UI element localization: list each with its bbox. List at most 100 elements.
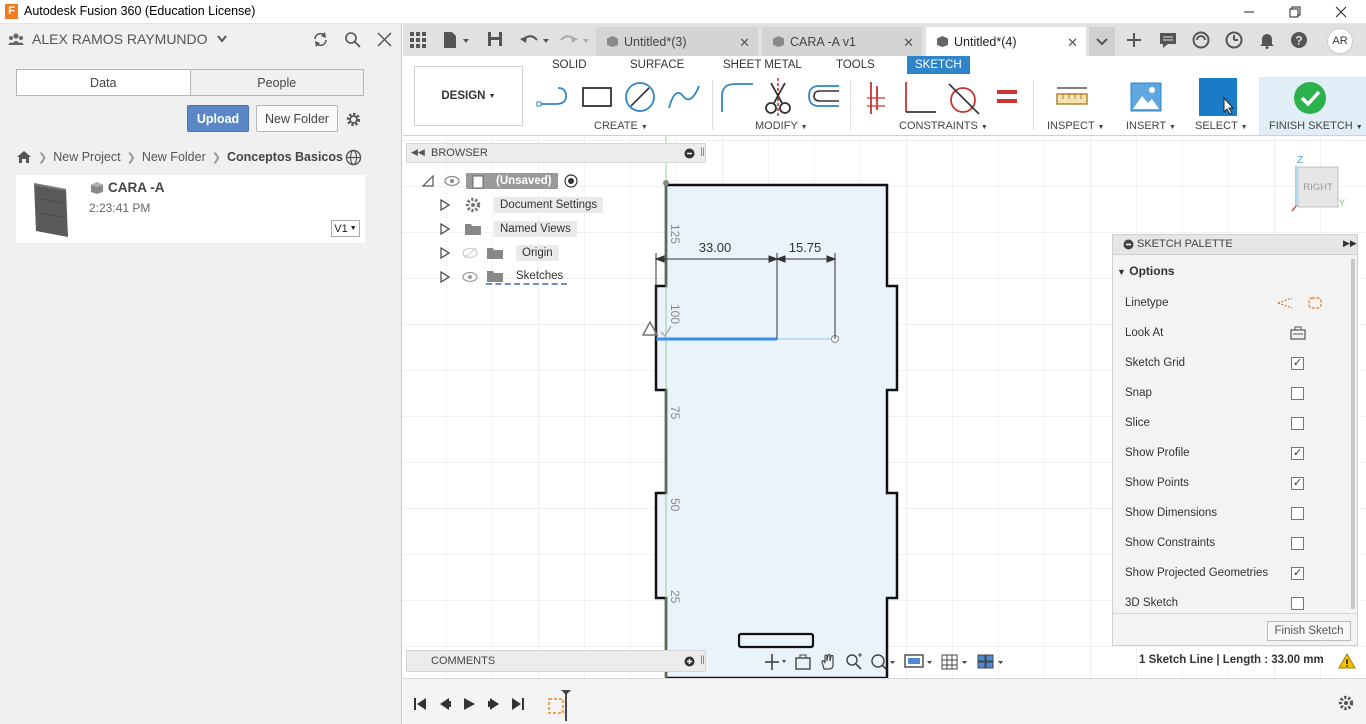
- measure-icon[interactable]: [1055, 84, 1089, 110]
- look-at-icon[interactable]: [794, 653, 812, 671]
- doc-tab-untitled-4[interactable]: Untitled*(4) ✕: [926, 27, 1086, 56]
- offset-tool-icon[interactable]: [805, 82, 841, 112]
- insert-image-icon[interactable]: [1130, 82, 1162, 112]
- show-constraints-checkbox[interactable]: [1291, 536, 1304, 550]
- tab-solid[interactable]: SOLID: [552, 59, 587, 71]
- sketch-grid-checkbox[interactable]: [1291, 356, 1304, 370]
- panel-pin-icon[interactable]: ‖: [700, 653, 705, 667]
- add-comment-icon[interactable]: [684, 656, 695, 667]
- expand-panel-icon[interactable]: ▶▶: [1343, 238, 1357, 249]
- construction-line-icon[interactable]: [1277, 296, 1293, 310]
- timeline-sketch-feature-icon[interactable]: [547, 689, 571, 721]
- help-icon[interactable]: ?: [1290, 31, 1308, 49]
- close-tab-icon[interactable]: ✕: [739, 35, 750, 51]
- show-projected-checkbox[interactable]: [1291, 566, 1304, 580]
- browser-root-row[interactable]: (Unsaved): [422, 170, 578, 192]
- create-menu[interactable]: CREATE ▼: [594, 120, 648, 132]
- look-at-icon[interactable]: [1290, 326, 1306, 340]
- eye-icon[interactable]: [462, 271, 478, 283]
- expand-arrow-icon[interactable]: [440, 247, 450, 259]
- slice-checkbox[interactable]: [1291, 416, 1304, 430]
- version-dropdown[interactable]: V1 ▼: [331, 220, 360, 237]
- tab-people[interactable]: People: [189, 70, 363, 95]
- tab-tools[interactable]: TOOLS: [836, 59, 875, 71]
- finish-sketch-button[interactable]: Finish Sketch: [1267, 621, 1351, 641]
- finish-sketch-check-icon[interactable]: [1293, 81, 1327, 115]
- grid-settings-icon[interactable]: [941, 653, 968, 671]
- comments-bar[interactable]: COMMENTS ‖: [406, 650, 706, 672]
- doc-tab-cara-a[interactable]: CARA -A v1 ✕: [762, 27, 922, 56]
- tab-sheet-metal[interactable]: SHEET METAL: [723, 59, 802, 71]
- options-section[interactable]: ▼ Options: [1117, 264, 1175, 278]
- minus-circle-icon[interactable]: [1123, 239, 1134, 250]
- go-to-start-icon[interactable]: [413, 697, 427, 711]
- fillet-tool-icon[interactable]: [719, 80, 755, 114]
- warning-icon[interactable]: [1338, 653, 1356, 669]
- undo-icon[interactable]: [519, 31, 551, 49]
- workspace-dropdown[interactable]: DESIGN ▼: [414, 66, 523, 126]
- file-card[interactable]: CARA -A 2:23:41 PM V1 ▼: [16, 175, 365, 243]
- modify-menu[interactable]: MODIFY ▼: [755, 120, 808, 132]
- activate-radio-icon[interactable]: [564, 174, 578, 188]
- show-dimensions-checkbox[interactable]: [1291, 506, 1304, 520]
- browser-header[interactable]: ◀◀ BROWSER ‖: [406, 143, 706, 163]
- close-window-button[interactable]: [1318, 0, 1364, 24]
- spline-tool-icon[interactable]: [667, 82, 701, 112]
- team-icon[interactable]: [8, 32, 24, 46]
- constraints-menu[interactable]: CONSTRAINTS ▼: [899, 120, 988, 132]
- dimension-15-75[interactable]: 15.75: [789, 240, 822, 255]
- upload-button[interactable]: Upload: [187, 105, 249, 132]
- tab-sketch[interactable]: SKETCH: [907, 56, 970, 74]
- select-tool-icon[interactable]: [1199, 78, 1237, 116]
- 3d-sketch-checkbox[interactable]: [1291, 596, 1304, 610]
- browser-item-named-views[interactable]: Named Views: [440, 218, 577, 240]
- coincident-constraint-icon[interactable]: [865, 80, 887, 116]
- eye-icon[interactable]: [444, 175, 460, 187]
- line-tool-icon[interactable]: [536, 82, 572, 114]
- expand-arrow-icon[interactable]: [440, 271, 450, 283]
- restore-button[interactable]: [1272, 0, 1318, 24]
- palette-scrollbar[interactable]: [1351, 259, 1355, 609]
- avatar[interactable]: AR: [1327, 28, 1353, 54]
- gear-icon[interactable]: [345, 111, 362, 128]
- show-profile-checkbox[interactable]: [1291, 446, 1304, 460]
- tangent-constraint-icon[interactable]: [945, 80, 981, 116]
- app-grid-icon[interactable]: [410, 32, 426, 48]
- minus-circle-icon[interactable]: [684, 148, 695, 159]
- go-to-end-icon[interactable]: [511, 697, 525, 711]
- expand-arrow-icon[interactable]: [440, 223, 450, 235]
- close-panel-icon[interactable]: [377, 32, 392, 47]
- tab-overflow-button[interactable]: [1089, 27, 1115, 56]
- step-back-icon[interactable]: [438, 697, 452, 711]
- refresh-icon[interactable]: [312, 31, 329, 48]
- palette-header[interactable]: SKETCH PALETTE ▶▶: [1113, 235, 1357, 255]
- insert-menu[interactable]: INSERT ▼: [1126, 120, 1176, 132]
- centerline-icon[interactable]: [1307, 296, 1323, 310]
- root-component[interactable]: (Unsaved): [466, 173, 558, 189]
- browser-item-document-settings[interactable]: Document Settings: [440, 194, 604, 216]
- new-folder-button[interactable]: New Folder: [256, 105, 338, 132]
- breadcrumb-folder[interactable]: New Folder: [142, 150, 206, 164]
- fit-zoom-icon[interactable]: [870, 653, 896, 671]
- close-tab-icon[interactable]: ✕: [1067, 35, 1078, 51]
- online-status-icon[interactable]: [1192, 31, 1210, 49]
- trim-tool-icon[interactable]: [763, 78, 793, 116]
- display-settings-icon[interactable]: [904, 653, 933, 671]
- sketches-folder[interactable]: Sketches: [486, 269, 568, 285]
- equal-constraint-icon[interactable]: [995, 86, 1019, 108]
- tab-data[interactable]: Data: [17, 70, 190, 95]
- comment-icon[interactable]: [1159, 32, 1177, 48]
- inspect-menu[interactable]: INSPECT ▼: [1047, 120, 1104, 132]
- expand-arrow-icon[interactable]: [440, 199, 450, 211]
- collapse-panel-icon[interactable]: ◀◀: [411, 147, 425, 158]
- search-icon[interactable]: [344, 31, 361, 48]
- redo-icon[interactable]: [559, 31, 591, 49]
- breadcrumb-project[interactable]: New Project: [53, 150, 120, 164]
- eye-hidden-icon[interactable]: [462, 247, 478, 259]
- circle-tool-icon[interactable]: [623, 80, 657, 114]
- finish-sketch-menu[interactable]: FINISH SKETCH ▼: [1269, 120, 1363, 132]
- play-icon[interactable]: [462, 697, 476, 711]
- viewports-icon[interactable]: [977, 653, 1004, 671]
- user-name[interactable]: ALEX RAMOS RAYMUNDO: [32, 31, 208, 47]
- sketch-slot[interactable]: [737, 632, 815, 649]
